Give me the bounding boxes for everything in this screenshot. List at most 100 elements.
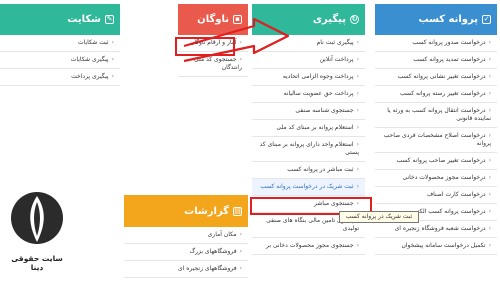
chevron-left-icon: ‹ [111,39,114,46]
chevron-left-icon: ‹ [488,132,491,139]
menu-item[interactable]: ‹مکان آماری [124,227,248,244]
refresh-icon: ↻ [350,15,359,24]
annotation-arrow-icon [183,17,290,63]
dina-emblem-icon [11,192,63,244]
menu-item-label: درخواست انتقال پروانه کسب به ورثه یا نما… [387,107,491,122]
menu-item-label: ثبت شکایات [77,39,109,46]
column-header-business-license[interactable]: ✓ پروانه کسب [375,4,497,35]
menu-item-label: جستجوی مجوز محصولات دخانی بر [266,242,354,249]
chevron-left-icon: ‹ [488,208,491,215]
chevron-left-icon: ‹ [488,174,491,181]
menu-item-label: پیگیری شکایات [70,56,109,63]
menu-item-label: استعلام پروانه بر مبنای کد ملی [276,124,354,131]
chevron-left-icon: ‹ [488,90,491,97]
edit-icon: ✎ [105,15,114,24]
chevron-left-icon: ‹ [111,73,114,80]
menu-item[interactable]: ‹درخواست صدور پروانه کسب [375,35,497,52]
menu-item-label: مکان آماری [207,231,237,238]
reports-list: ‹مکان آماری ‹فروشگاههای بزرگ ‹فروشگاههای ز… [124,227,248,278]
chevron-left-icon: ‹ [488,242,491,249]
menu-item-label: درخواست تغییر نشانی پروانه کسب [397,73,486,80]
chevron-left-icon: ‹ [356,183,359,190]
chevron-left-icon: ‹ [356,166,359,173]
menu-item-label: فروشگاههای بزرگ [189,248,237,255]
menu-item-label: پرداخت وجوه الزامی اتحادیه [282,73,354,80]
menu-item[interactable]: ‹فروشگاههای زنجیره ای [124,261,248,278]
chevron-left-icon: ‹ [356,90,359,97]
menu-item[interactable]: ‹فروشگاههای بزرگ [124,244,248,261]
chevron-left-icon: ‹ [111,56,114,63]
menu-item[interactable]: ‹استعلام واحد دارای پروانه بر مبنای کد پ… [252,137,365,162]
menu-item[interactable]: ‹درخواست کارت اصناف [375,187,497,204]
menu-item[interactable]: ‹پیگیری شکایات [0,52,120,69]
menu-item-label: درخواست پروانه کسب الکتی [412,208,486,215]
chevron-left-icon: ‹ [239,265,242,272]
chevron-left-icon: ‹ [356,141,359,148]
menu-item-label: ثبت شریک در درخواست پروانه کسب [260,183,354,190]
menu-item-label: پیگیری پرداخت [71,73,109,80]
menu-item-label: درخواست تغییر رسته پروانه کسب [400,90,486,97]
chevron-left-icon: ‹ [488,107,491,114]
site-logo: سایت حقوقی دینا [4,190,70,278]
menu-item[interactable]: ‹درخواست تغییر رسته پروانه کسب [375,86,497,103]
chevron-left-icon: ‹ [356,73,359,80]
menu-item[interactable]: ‹جستجوی مجوز محصولات دخانی بر [252,238,365,255]
menu-item[interactable]: ‹پرداخت حق عضویت سالیانه [252,86,365,103]
column-title: گزارشات [184,205,229,217]
chevron-left-icon: ‹ [488,225,491,232]
menu-item-label: درخواست اصلاح مشخصات فردی صاحب پروانه [383,132,491,147]
chevron-left-icon: ‹ [239,231,242,238]
menu-item-label: درخواست تمدید پروانه کسب [413,56,486,63]
menu-item-label: تکمیل درخواست سامانه پیشخوان [401,242,486,249]
menu-item[interactable]: ‹درخواست انتقال پروانه کسب به ورثه یا نم… [375,103,497,128]
menu-item-label: پیگیری ثبت نام [316,39,354,46]
menu-item-label: درخواست مجوز محصولات دخانی [402,174,486,181]
chevron-left-icon: ‹ [356,124,359,131]
menu-item[interactable]: ‹درخواست مجوز محصولات دخانی [375,170,497,187]
chevron-left-icon: ‹ [488,73,491,80]
menu-item[interactable]: ‹ثبت شکایات [0,35,120,52]
menu-item[interactable]: ‹درخواست تمدید پروانه کسب [375,52,497,69]
chevron-left-icon: ‹ [488,56,491,63]
chevron-left-icon: ‹ [488,157,491,164]
column-header-complaints[interactable]: ✎ شکایت [0,4,120,35]
chevron-left-icon: ‹ [239,248,242,255]
column-header-reports[interactable]: ▤ گزارشات [124,195,248,227]
column-title: پیگیری [312,14,346,25]
menu-item[interactable]: ‹پیگیری پرداخت [0,69,120,86]
column-title: پروانه کسب [418,14,479,25]
menu-item-label: ثبت مباشر در پروانه کسب [287,166,354,173]
checkbox-icon: ✓ [482,15,491,24]
chevron-left-icon: ‹ [356,107,359,114]
menu-item-label: جستجوی شناسه صنفی [295,107,354,114]
chevron-left-icon: ‹ [488,191,491,198]
menu-item[interactable]: ‹جستجوی شناسه صنفی [252,103,365,120]
chevron-left-icon: ‹ [356,56,359,63]
menu-item[interactable]: ‹درخواست اصلاح مشخصات فردی صاحب پروانه [375,128,497,153]
tooltip: ثبت شریک در پروانه کسب [339,211,419,223]
chart-icon: ▤ [233,206,242,216]
menu-item[interactable]: ‹ثبت مباشر در پروانه کسب [252,162,365,179]
menu-item-label: پرداخت حق عضویت سالیانه [283,90,354,97]
menu-item-label: درخواست شعبه فروشگاه زنجیره ای [394,225,486,232]
site-name: سایت حقوقی دینا [11,254,63,272]
menu-item[interactable]: ‹تکمیل درخواست سامانه پیشخوان [375,238,497,255]
menu-item[interactable]: ‹ثبت شریک در درخواست پروانه کسب [252,179,365,196]
menu-item-label: استعلام واحد دارای پروانه بر مبنای کد پس… [259,141,359,156]
column-complaints: ✎ شکایت ‹ثبت شکایات ‹پیگیری شکایات ‹پیگیری… [0,4,120,86]
menu-item-label: درخواست کارت اصناف [426,191,486,198]
menu-item[interactable]: ‹درخواست تغییر نشانی پروانه کسب [375,69,497,86]
menu-item[interactable]: ‹درخواست تغییر صاحب پروانه کسب [375,153,497,170]
menu-item-label: پرداخت آنلاین [319,56,354,63]
menu-item-label: درخواست تغییر صاحب پروانه کسب [396,157,486,164]
complaints-list: ‹ثبت شکایات ‹پیگیری شکایات ‹پیگیری پرداخت [0,35,120,86]
column-title: شکایت [67,14,101,25]
column-reports: ▤ گزارشات ‹مکان آماری ‹فروشگاههای بزرگ ‹فر… [124,195,248,278]
menu-item-label: فروشگاههای زنجیره ای [178,265,237,272]
menu-item-label: درخواست صدور پروانه کسب [412,39,486,46]
menu-item[interactable]: ‹پرداخت وجوه الزامی اتحادیه [252,69,365,86]
chevron-left-icon: ‹ [488,39,491,46]
menu-item[interactable]: ‹درخواست شعبه فروشگاه زنجیره ای [375,221,497,238]
chevron-left-icon: ‹ [356,39,359,46]
menu-item[interactable]: ‹استعلام پروانه بر مبنای کد ملی [252,120,365,137]
